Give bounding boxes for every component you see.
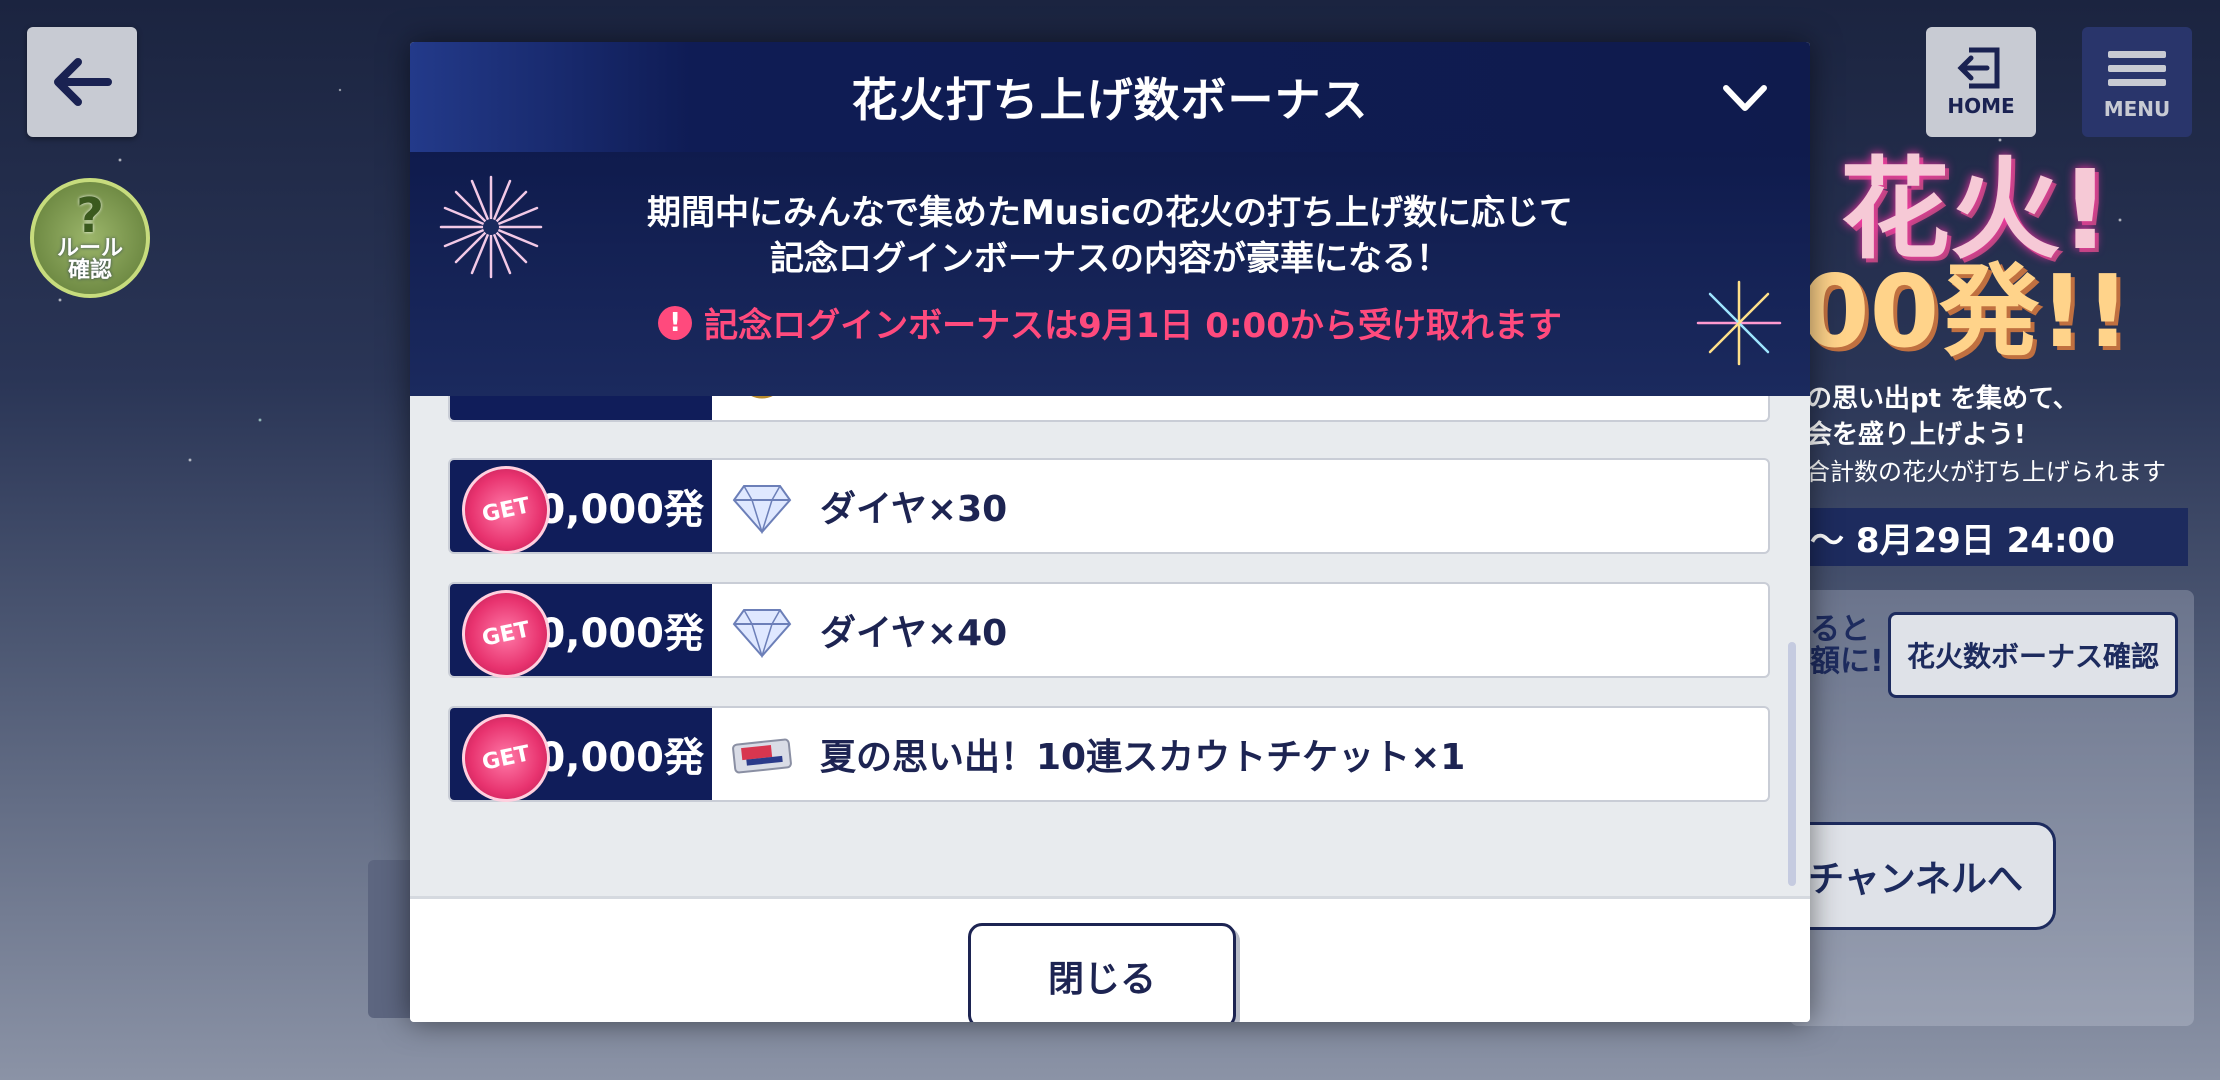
rule-check-button[interactable]: ? ルール 確認 xyxy=(30,178,150,298)
close-button[interactable]: 閉じる xyxy=(968,923,1236,1022)
fireworks-bonus-check-button[interactable]: 花火数ボーナス確認 xyxy=(1888,612,2178,698)
event-logo-number: 00発!! xyxy=(1800,253,2131,370)
dialog-header: 花火打ち上げ数ボーナス xyxy=(410,42,1810,152)
question-icon: ? xyxy=(76,188,104,244)
notice-label: 記念ログインボーナスは9月1日 0:00から受け取れます xyxy=(704,306,1562,346)
fireworks-bonus-dialog: 花火打ち上げ数ボーナス 期間中にみんなで集めたMusicの花火の打ち上げ数に応じ… xyxy=(410,42,1810,1022)
info-line-2: 記念ログインボーナスの内容が豪華になる！ xyxy=(770,239,1450,279)
list-item xyxy=(448,396,1770,422)
list-item: 50,000発 GET ダイヤ×30 xyxy=(448,457,1770,563)
bonus-text: ると 額に! xyxy=(1810,612,1884,679)
list-item: 70,000発 GET 夏の思い出！10連スカウトチケット×1 xyxy=(448,705,1770,811)
arrow-left-icon xyxy=(54,58,112,106)
dialog-title: 花火打ち上げ数ボーナス xyxy=(851,73,1369,127)
event-description-3: 合計数の花火が打ち上げられます xyxy=(1806,458,2166,486)
back-button[interactable] xyxy=(27,27,137,137)
diamond-icon xyxy=(732,609,792,658)
rule-label: ルール xyxy=(56,236,123,261)
home-label: HOME xyxy=(1947,94,2015,118)
dialog-footer: 閉じる xyxy=(410,896,1810,1022)
diamond-icon xyxy=(732,485,792,534)
reward-label: ダイヤ×30 xyxy=(820,489,1008,530)
bonus-list[interactable]: 50,000発 GET ダイヤ×30 60,000発 GET ダイヤ×40 70… xyxy=(410,396,1810,896)
menu-button[interactable]: MENU xyxy=(2082,27,2192,137)
scrollbar[interactable] xyxy=(1788,642,1796,886)
notice-text: ! 記念ログインボーナスは9月1日 0:00から受け取れます xyxy=(410,298,1810,347)
ticket-icon xyxy=(732,738,792,774)
event-logo: 花火! 00発!! xyxy=(1800,120,2220,380)
event-description-2: 会を盛り上げよう! xyxy=(1806,420,2026,450)
home-exit-icon xyxy=(1957,47,2000,89)
firework-icon xyxy=(439,175,543,279)
coin-icon xyxy=(751,396,773,399)
exclamation-icon: ! xyxy=(658,305,693,340)
home-button[interactable]: HOME xyxy=(1926,27,2036,137)
rule-label-2: 確認 xyxy=(67,258,112,283)
firework-icon-small xyxy=(1696,280,1782,366)
event-period: 〜 8月29日 24:00 xyxy=(1800,508,2188,566)
reward-label: ダイヤ×40 xyxy=(820,613,1008,654)
list-item: 60,000発 GET ダイヤ×40 xyxy=(448,581,1770,687)
hamburger-icon xyxy=(2108,44,2166,93)
info-line-1: 期間中にみんなで集めたMusicの花火の打ち上げ数に応じて xyxy=(646,193,1574,233)
reward-label: 夏の思い出！10連スカウトチケット×1 xyxy=(820,737,1466,778)
count-badge xyxy=(450,396,712,420)
info-band: 期間中にみんなで集めたMusicの花火の打ち上げ数に応じて 記念ログインボーナス… xyxy=(410,152,1810,396)
menu-label: MENU xyxy=(2103,96,2171,121)
chevron-down-icon[interactable] xyxy=(1720,78,1770,118)
event-description-1: の思い出pt を集めて、 xyxy=(1806,384,2079,414)
